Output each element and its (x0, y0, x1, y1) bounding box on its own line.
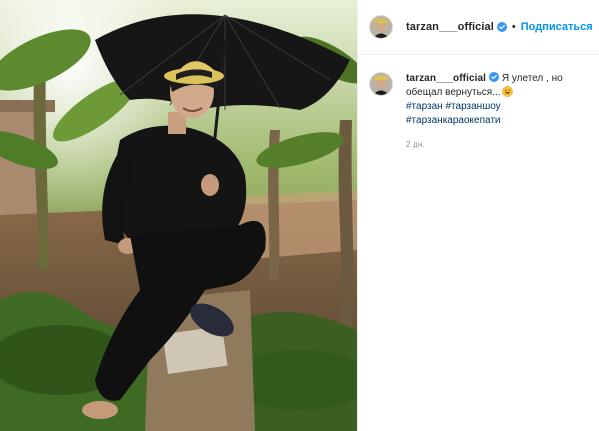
avatar[interactable] (369, 15, 393, 39)
caption-text-line1: Я улетел , но (501, 73, 563, 84)
header-username[interactable]: tarzan___official (406, 21, 494, 33)
hashtag-link[interactable]: #тарзанкараокепати (406, 114, 586, 128)
verified-badge-icon (496, 22, 507, 32)
post-sidebar: tarzan___official • Подписаться tarzan__… (357, 0, 599, 431)
caption-text-line2: обещал вернуться... (406, 87, 501, 98)
post-timestamp[interactable]: 2 дн. (406, 138, 586, 152)
post-photo[interactable] (0, 0, 357, 431)
hashtag-link[interactable]: #тарзан (406, 101, 443, 112)
hashtag-link[interactable]: #тарзаншоу (446, 101, 501, 112)
caption-verified-badge-icon (489, 72, 500, 82)
grinning-face-emoji-icon (501, 86, 513, 97)
post-card: tarzan___official • Подписаться tarzan__… (0, 0, 599, 431)
header-separator: • (511, 21, 516, 33)
hashtag-list: #тарзан #тарзаншоу #тарзанкараокепати (406, 100, 586, 128)
avatar-image (370, 16, 392, 38)
caption-comment: tarzan___official Я улетел , но обещал в… (369, 72, 594, 152)
caption-username[interactable]: tarzan___official (406, 73, 486, 84)
caption-body: tarzan___official Я улетел , но обещал в… (406, 72, 586, 152)
caption-avatar[interactable] (369, 72, 393, 96)
follow-button[interactable]: Подписаться (521, 21, 593, 33)
post-header: tarzan___official • Подписаться (358, 0, 599, 55)
caption-avatar-image (370, 73, 392, 95)
post-photo-image (0, 0, 357, 431)
